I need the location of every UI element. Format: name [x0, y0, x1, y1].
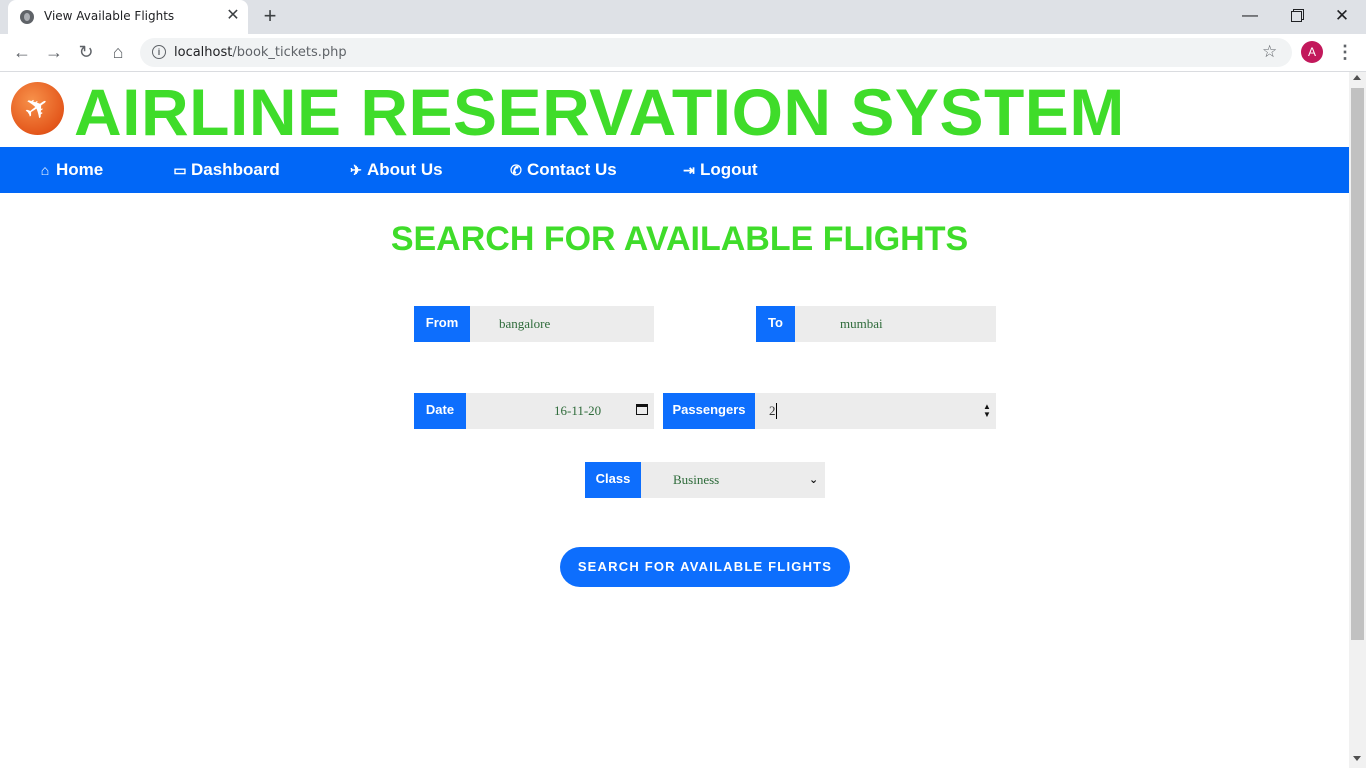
nav-about-us[interactable]: ✈ About Us: [347, 147, 443, 193]
tab-close-icon[interactable]: ✕: [224, 6, 242, 26]
reload-icon[interactable]: ↻: [74, 40, 98, 64]
class-group: Class Business ⌄: [585, 462, 825, 498]
search-flights-button[interactable]: SEARCH FOR AVAILABLE FLIGHTS: [560, 547, 850, 587]
nav-logout-label: Logout: [700, 160, 758, 179]
browser-tab-strip: View Available Flights ✕ + — ✕: [0, 0, 1366, 34]
monitor-icon: ▭: [173, 162, 187, 178]
url-path: /book_tickets.php: [232, 45, 347, 60]
minimize-icon[interactable]: —: [1230, 2, 1270, 30]
vertical-scrollbar[interactable]: [1349, 72, 1366, 768]
logout-icon: ⇥: [683, 162, 695, 178]
plane-icon: ✈: [350, 162, 362, 178]
nav-contact-label: Contact Us: [527, 160, 617, 179]
passengers-input[interactable]: 2 ▲ ▼: [755, 393, 996, 429]
from-input[interactable]: bangalore: [470, 306, 654, 342]
date-label: Date: [414, 393, 466, 429]
nav-home[interactable]: ⌂ Home: [36, 147, 103, 193]
date-value: 16-11-20: [554, 403, 602, 418]
back-arrow-icon[interactable]: ←: [10, 40, 34, 64]
new-tab-icon[interactable]: +: [258, 4, 282, 28]
chevron-down-icon: ⌄: [809, 473, 819, 486]
scrollbar-thumb[interactable]: [1351, 88, 1364, 640]
browser-toolbar: ← → ↻ ⌂ i localhost/book_tickets.php ☆ A…: [0, 34, 1366, 72]
airline-logo: ✈: [11, 82, 64, 135]
class-select[interactable]: Business ⌄: [641, 462, 825, 498]
spinner-arrows-icon[interactable]: ▲ ▼: [983, 403, 991, 419]
home-icon[interactable]: ⌂: [106, 40, 130, 64]
globe-icon: [20, 10, 34, 24]
profile-avatar[interactable]: A: [1301, 41, 1323, 63]
page-viewport: ✈ AIRLINE RESERVATION SYSTEM ⌂ Home ▭ Dash…: [0, 72, 1349, 768]
main-navbar: ⌂ Home ▭ Dashboard ✈ About Us ✆ Contact Us ⇥…: [0, 147, 1349, 193]
url-text: localhost/book_tickets.php: [174, 45, 347, 60]
home-icon: ⌂: [40, 162, 50, 178]
browser-tab[interactable]: View Available Flights ✕: [8, 0, 248, 34]
restore-icon[interactable]: [1276, 2, 1316, 30]
tab-title: View Available Flights: [44, 9, 175, 23]
nav-contact-us[interactable]: ✆ Contact Us: [507, 147, 617, 193]
from-label: From: [414, 306, 470, 342]
info-icon[interactable]: i: [152, 45, 166, 59]
text-cursor: [776, 403, 777, 419]
phone-icon: ✆: [510, 162, 522, 178]
site-title: AIRLINE RESERVATION SYSTEM: [74, 75, 1125, 149]
page-heading: SEARCH FOR AVAILABLE FLIGHTS: [390, 220, 969, 258]
date-input[interactable]: 16-11-20: [466, 393, 654, 429]
nav-about-label: About Us: [367, 160, 443, 179]
bookmark-star-icon[interactable]: ☆: [1262, 42, 1277, 62]
scroll-up-arrow-icon[interactable]: [1353, 75, 1361, 80]
nav-logout[interactable]: ⇥ Logout: [680, 147, 758, 193]
window-close-icon[interactable]: ✕: [1322, 2, 1362, 30]
passengers-value: 2: [769, 403, 776, 418]
passengers-group: Passengers 2 ▲ ▼: [663, 393, 996, 429]
calendar-icon[interactable]: [636, 404, 648, 415]
menu-dots-icon[interactable]: ⋮: [1336, 40, 1354, 64]
url-host: localhost: [174, 45, 233, 60]
nav-dashboard[interactable]: ▭ Dashboard: [171, 147, 280, 193]
from-group: From bangalore: [414, 306, 654, 342]
forward-arrow-icon[interactable]: →: [42, 40, 66, 64]
scroll-down-arrow-icon[interactable]: [1353, 756, 1361, 761]
to-group: To mumbai: [756, 306, 996, 342]
to-input[interactable]: mumbai: [795, 306, 996, 342]
class-label: Class: [585, 462, 641, 498]
class-selected-value: Business: [673, 472, 720, 487]
airplane-icon: ✈: [17, 87, 58, 130]
nav-home-label: Home: [56, 160, 104, 179]
to-label: To: [756, 306, 795, 342]
date-group: Date 16-11-20: [414, 393, 654, 429]
passengers-label: Passengers: [663, 393, 755, 429]
address-bar[interactable]: i localhost/book_tickets.php ☆: [140, 38, 1292, 67]
nav-dashboard-label: Dashboard: [191, 160, 280, 179]
